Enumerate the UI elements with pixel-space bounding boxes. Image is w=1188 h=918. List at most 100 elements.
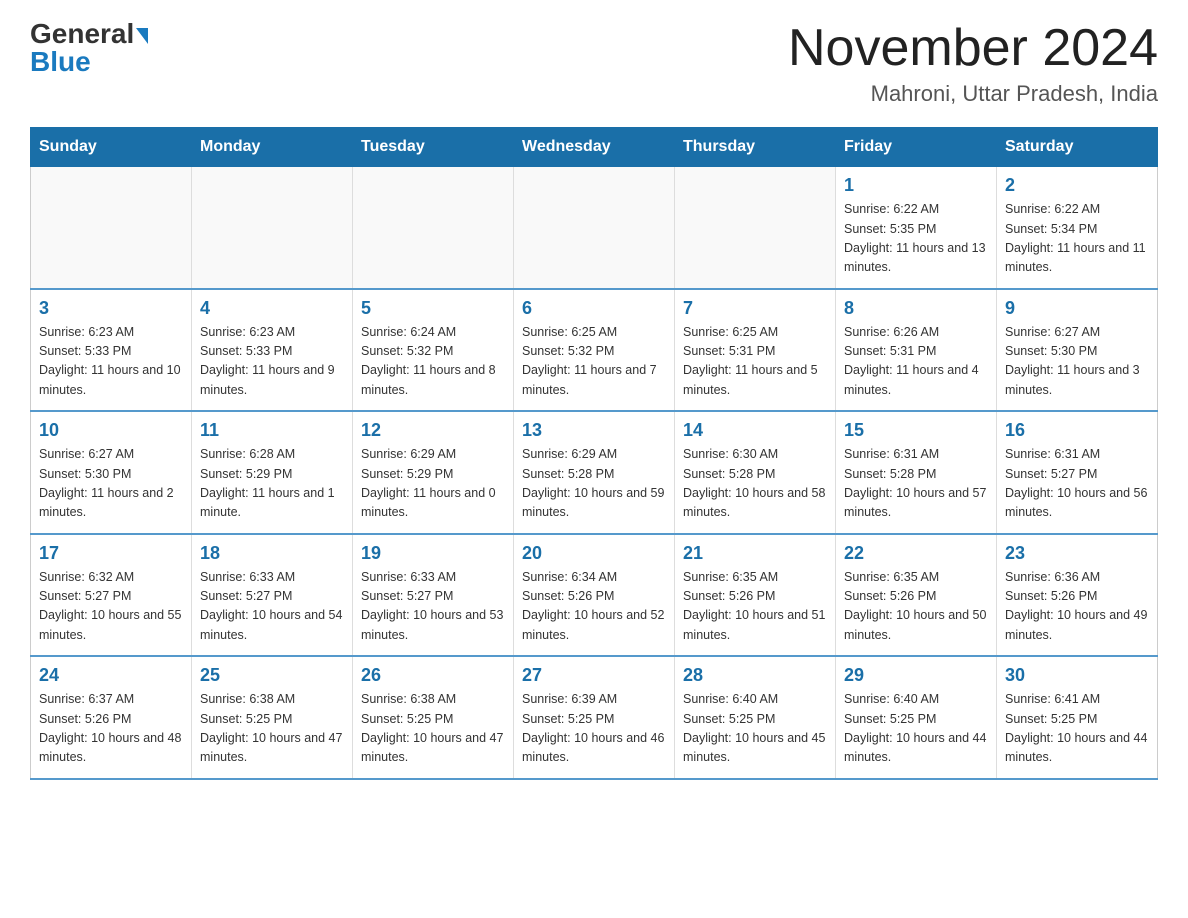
calendar-cell: 7 Sunrise: 6:25 AM Sunset: 5:31 PM Daylig… — [675, 289, 836, 412]
calendar-cell: 2 Sunrise: 6:22 AM Sunset: 5:34 PM Daylig… — [997, 167, 1158, 289]
header-monday: Monday — [192, 128, 353, 167]
week-row-4: 17 Sunrise: 6:32 AM Sunset: 5:27 PM Dayli… — [31, 534, 1158, 657]
week-row-2: 3 Sunrise: 6:23 AM Sunset: 5:33 PM Daylig… — [31, 289, 1158, 412]
day-info: Sunrise: 6:38 AM Sunset: 5:25 PM Dayligh… — [361, 690, 505, 768]
calendar-cell: 26 Sunrise: 6:38 AM Sunset: 5:25 PM Dayli… — [353, 656, 514, 779]
day-info: Sunrise: 6:27 AM Sunset: 5:30 PM Dayligh… — [39, 445, 183, 523]
calendar-cell — [192, 167, 353, 289]
day-number: 29 — [844, 665, 988, 686]
calendar-cell: 8 Sunrise: 6:26 AM Sunset: 5:31 PM Daylig… — [836, 289, 997, 412]
calendar-cell: 11Sunrise: 6:28 AM Sunset: 5:29 PM Dayli… — [192, 411, 353, 534]
day-number: 26 — [361, 665, 505, 686]
day-info: Sunrise: 6:26 AM Sunset: 5:31 PM Dayligh… — [844, 323, 988, 401]
day-info: Sunrise: 6:24 AM Sunset: 5:32 PM Dayligh… — [361, 323, 505, 401]
header-wednesday: Wednesday — [514, 128, 675, 167]
day-info: Sunrise: 6:35 AM Sunset: 5:26 PM Dayligh… — [683, 568, 827, 646]
day-number: 2 — [1005, 175, 1149, 196]
calendar-cell: 5 Sunrise: 6:24 AM Sunset: 5:32 PM Daylig… — [353, 289, 514, 412]
day-info: Sunrise: 6:34 AM Sunset: 5:26 PM Dayligh… — [522, 568, 666, 646]
day-number: 12 — [361, 420, 505, 441]
calendar-table: SundayMondayTuesdayWednesdayThursdayFrid… — [30, 127, 1158, 780]
calendar-cell: 28Sunrise: 6:40 AM Sunset: 5:25 PM Dayli… — [675, 656, 836, 779]
calendar-cell: 14Sunrise: 6:30 AM Sunset: 5:28 PM Dayli… — [675, 411, 836, 534]
day-number: 19 — [361, 543, 505, 564]
calendar-subtitle: Mahroni, Uttar Pradesh, India — [788, 81, 1158, 107]
day-number: 1 — [844, 175, 988, 196]
day-number: 10 — [39, 420, 183, 441]
day-number: 11 — [200, 420, 344, 441]
week-row-5: 24 Sunrise: 6:37 AM Sunset: 5:26 PM Dayli… — [31, 656, 1158, 779]
calendar-cell: 15 Sunrise: 6:31 AM Sunset: 5:28 PM Dayli… — [836, 411, 997, 534]
calendar-cell — [31, 167, 192, 289]
calendar-cell: 19 Sunrise: 6:33 AM Sunset: 5:27 PM Dayli… — [353, 534, 514, 657]
calendar-cell: 12Sunrise: 6:29 AM Sunset: 5:29 PM Dayli… — [353, 411, 514, 534]
calendar-cell: 23 Sunrise: 6:36 AM Sunset: 5:26 PM Dayli… — [997, 534, 1158, 657]
day-info: Sunrise: 6:33 AM Sunset: 5:27 PM Dayligh… — [361, 568, 505, 646]
calendar-cell: 30Sunrise: 6:41 AM Sunset: 5:25 PM Dayli… — [997, 656, 1158, 779]
calendar-cell: 27 Sunrise: 6:39 AM Sunset: 5:25 PM Dayli… — [514, 656, 675, 779]
calendar-cell — [514, 167, 675, 289]
day-number: 20 — [522, 543, 666, 564]
day-info: Sunrise: 6:22 AM Sunset: 5:34 PM Dayligh… — [1005, 200, 1149, 278]
day-info: Sunrise: 6:36 AM Sunset: 5:26 PM Dayligh… — [1005, 568, 1149, 646]
calendar-cell: 22Sunrise: 6:35 AM Sunset: 5:26 PM Dayli… — [836, 534, 997, 657]
logo-blue: Blue — [30, 48, 91, 76]
day-number: 9 — [1005, 298, 1149, 319]
calendar-cell: 24 Sunrise: 6:37 AM Sunset: 5:26 PM Dayli… — [31, 656, 192, 779]
day-number: 15 — [844, 420, 988, 441]
day-number: 25 — [200, 665, 344, 686]
calendar-cell: 10 Sunrise: 6:27 AM Sunset: 5:30 PM Dayli… — [31, 411, 192, 534]
day-header-row: SundayMondayTuesdayWednesdayThursdayFrid… — [31, 128, 1158, 167]
calendar-cell: 1 Sunrise: 6:22 AM Sunset: 5:35 PM Daylig… — [836, 167, 997, 289]
calendar-cell: 6Sunrise: 6:25 AM Sunset: 5:32 PM Daylig… — [514, 289, 675, 412]
calendar-cell: 13 Sunrise: 6:29 AM Sunset: 5:28 PM Dayli… — [514, 411, 675, 534]
day-number: 7 — [683, 298, 827, 319]
calendar-cell: 25 Sunrise: 6:38 AM Sunset: 5:25 PM Dayli… — [192, 656, 353, 779]
calendar-cell — [353, 167, 514, 289]
day-number: 24 — [39, 665, 183, 686]
day-number: 17 — [39, 543, 183, 564]
week-row-1: 1 Sunrise: 6:22 AM Sunset: 5:35 PM Daylig… — [31, 167, 1158, 289]
header-tuesday: Tuesday — [353, 128, 514, 167]
logo-general: General — [30, 20, 148, 48]
day-info: Sunrise: 6:38 AM Sunset: 5:25 PM Dayligh… — [200, 690, 344, 768]
day-info: Sunrise: 6:39 AM Sunset: 5:25 PM Dayligh… — [522, 690, 666, 768]
day-number: 27 — [522, 665, 666, 686]
day-info: Sunrise: 6:30 AM Sunset: 5:28 PM Dayligh… — [683, 445, 827, 523]
week-row-3: 10 Sunrise: 6:27 AM Sunset: 5:30 PM Dayli… — [31, 411, 1158, 534]
calendar-cell: 18 Sunrise: 6:33 AM Sunset: 5:27 PM Dayli… — [192, 534, 353, 657]
day-info: Sunrise: 6:25 AM Sunset: 5:31 PM Dayligh… — [683, 323, 827, 401]
calendar-cell — [675, 167, 836, 289]
day-info: Sunrise: 6:27 AM Sunset: 5:30 PM Dayligh… — [1005, 323, 1149, 401]
calendar-cell: 4Sunrise: 6:23 AM Sunset: 5:33 PM Daylig… — [192, 289, 353, 412]
day-number: 3 — [39, 298, 183, 319]
day-info: Sunrise: 6:41 AM Sunset: 5:25 PM Dayligh… — [1005, 690, 1149, 768]
day-info: Sunrise: 6:22 AM Sunset: 5:35 PM Dayligh… — [844, 200, 988, 278]
day-number: 22 — [844, 543, 988, 564]
day-number: 5 — [361, 298, 505, 319]
day-info: Sunrise: 6:29 AM Sunset: 5:28 PM Dayligh… — [522, 445, 666, 523]
day-number: 6 — [522, 298, 666, 319]
day-number: 23 — [1005, 543, 1149, 564]
day-info: Sunrise: 6:33 AM Sunset: 5:27 PM Dayligh… — [200, 568, 344, 646]
header-sunday: Sunday — [31, 128, 192, 167]
calendar-title: November 2024 — [788, 20, 1158, 77]
day-info: Sunrise: 6:23 AM Sunset: 5:33 PM Dayligh… — [200, 323, 344, 401]
logo: General Blue — [30, 20, 148, 76]
calendar-cell: 21 Sunrise: 6:35 AM Sunset: 5:26 PM Dayli… — [675, 534, 836, 657]
day-info: Sunrise: 6:37 AM Sunset: 5:26 PM Dayligh… — [39, 690, 183, 768]
day-info: Sunrise: 6:32 AM Sunset: 5:27 PM Dayligh… — [39, 568, 183, 646]
header-saturday: Saturday — [997, 128, 1158, 167]
header-friday: Friday — [836, 128, 997, 167]
calendar-cell: 17 Sunrise: 6:32 AM Sunset: 5:27 PM Dayli… — [31, 534, 192, 657]
day-number: 8 — [844, 298, 988, 319]
day-info: Sunrise: 6:31 AM Sunset: 5:28 PM Dayligh… — [844, 445, 988, 523]
day-number: 16 — [1005, 420, 1149, 441]
day-number: 13 — [522, 420, 666, 441]
day-number: 21 — [683, 543, 827, 564]
header-thursday: Thursday — [675, 128, 836, 167]
day-info: Sunrise: 6:31 AM Sunset: 5:27 PM Dayligh… — [1005, 445, 1149, 523]
calendar-cell: 20 Sunrise: 6:34 AM Sunset: 5:26 PM Dayli… — [514, 534, 675, 657]
calendar-cell: 3Sunrise: 6:23 AM Sunset: 5:33 PM Daylig… — [31, 289, 192, 412]
day-number: 18 — [200, 543, 344, 564]
